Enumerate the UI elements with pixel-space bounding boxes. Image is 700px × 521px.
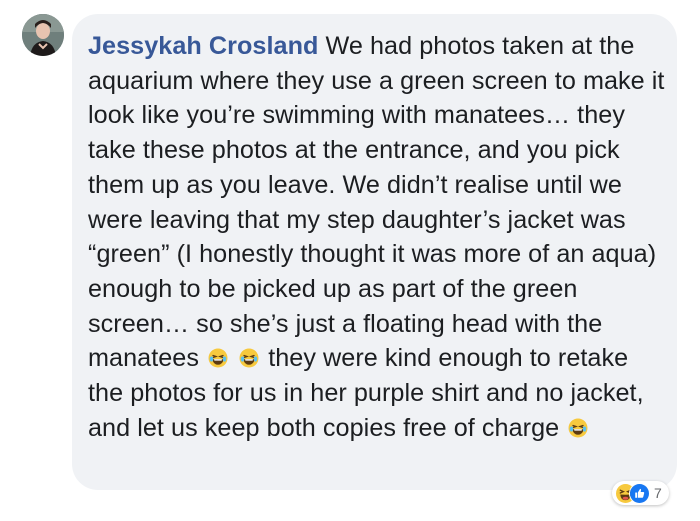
reaction-summary[interactable]: 7 xyxy=(612,481,669,505)
reaction-count: 7 xyxy=(654,485,662,501)
comment-body: Jessykah Crosland We had photos taken at… xyxy=(88,29,667,445)
laughing-emoji-icon xyxy=(239,348,259,368)
author-name-link[interactable]: Jessykah Crosland xyxy=(88,32,318,60)
comment-thread: Jessykah Crosland We had photos taken at… xyxy=(0,0,700,521)
comment-text-part-1: We had photos taken at the aquarium wher… xyxy=(88,32,665,373)
like-reaction-icon xyxy=(629,482,650,504)
laughing-emoji-icon xyxy=(568,418,588,438)
avatar[interactable] xyxy=(22,14,64,56)
laughing-emoji-icon xyxy=(208,348,228,368)
comment-bubble: Jessykah Crosland We had photos taken at… xyxy=(72,14,677,490)
